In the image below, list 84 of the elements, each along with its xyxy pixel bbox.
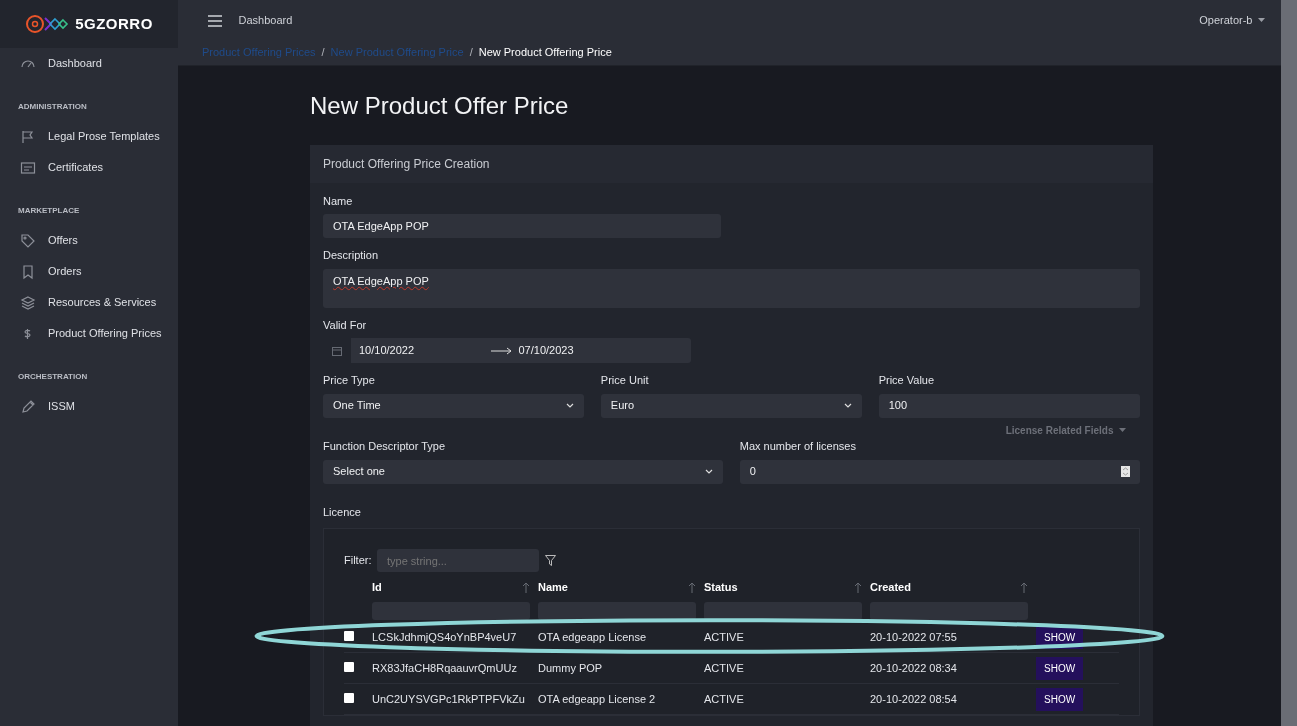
show-button[interactable]: SHOW xyxy=(1036,687,1084,711)
sidebar-item[interactable]: Resources & Services xyxy=(0,287,178,318)
field-label: Price Unit xyxy=(600,373,650,388)
table-cell-text: RX83JfaCH8RqaauvrQmUUz xyxy=(372,660,518,676)
calendar-icon xyxy=(332,345,342,356)
sort-arrow-icon[interactable] xyxy=(522,581,530,593)
field-label: Licence xyxy=(323,504,362,520)
sidebar-item[interactable]: Offers xyxy=(0,225,178,256)
price-type-select[interactable]: One Time xyxy=(323,393,585,418)
field-label: Valid For xyxy=(323,317,368,333)
field-label: Function Descriptor Type xyxy=(323,439,447,454)
row-checkbox[interactable] xyxy=(344,692,354,703)
breadcrumb-current: New Product Offering Price xyxy=(478,45,612,61)
chevron-down-icon xyxy=(705,469,714,474)
table-cell-text: 20-10-2022 07:55 xyxy=(870,629,958,645)
table-cell-text: LCSkJdhmjQS4oYnBP4veU7 xyxy=(372,629,518,645)
table-cell-text: 20-10-2022 08:54 xyxy=(870,691,958,707)
filter-label: Filter: xyxy=(344,553,372,569)
spinner-icon xyxy=(1121,466,1130,477)
table-cell-text: OTA edgeapp License xyxy=(538,629,648,645)
table-cell-text: UnC2UYSVGPc1RkPTPFVkZu xyxy=(372,691,526,707)
page-title: New Product Offer Price xyxy=(310,91,570,121)
dashboard-link[interactable]: Dashboard xyxy=(238,11,293,29)
section-heading: ADMINISTRATION xyxy=(17,101,88,113)
pencil-icon xyxy=(20,398,36,415)
arrow-right-icon xyxy=(491,346,513,355)
chevron-down-icon xyxy=(844,403,853,408)
sort-arrow-icon[interactable] xyxy=(688,581,696,593)
filter-input[interactable]: type string... xyxy=(377,549,539,572)
card-header: Product Offering Price Creation xyxy=(310,144,1153,183)
column-header[interactable]: Id xyxy=(372,578,382,596)
table-cell-text: 20-10-2022 08:34 xyxy=(870,660,958,676)
sort-arrow-icon[interactable] xyxy=(854,581,862,593)
bookmark-icon xyxy=(20,263,36,280)
field-label: Price Type xyxy=(323,373,376,388)
max-licenses-input[interactable]: 0 xyxy=(739,459,1140,484)
layers-icon xyxy=(20,294,36,311)
column-header[interactable]: Name xyxy=(538,578,568,596)
function-type-select[interactable]: Select one xyxy=(323,459,724,484)
section-heading: ORCHESTRATION xyxy=(17,371,89,383)
date-range-input[interactable]: 10/10/2022 07/10/2023 xyxy=(323,338,691,363)
price-unit-select[interactable]: Euro xyxy=(600,393,863,418)
tag-icon xyxy=(20,232,36,249)
flag-icon xyxy=(20,128,36,145)
price-value-input[interactable]: 100 xyxy=(878,393,1140,418)
sidebar-item[interactable]: Certificates xyxy=(0,152,178,183)
section-heading: MARKETPLACE xyxy=(17,205,81,217)
caret-icon xyxy=(1258,18,1265,23)
column-header[interactable]: Created xyxy=(870,578,911,596)
row-checkbox[interactable] xyxy=(344,661,354,672)
column-filter-input[interactable] xyxy=(372,602,530,620)
field-label: Max number of licenses xyxy=(739,439,857,454)
field-label: Name xyxy=(323,193,354,209)
column-filter-input[interactable] xyxy=(870,602,1028,620)
sidebar-item[interactable]: Legal Prose Templates xyxy=(0,121,178,152)
row-checkbox[interactable] xyxy=(344,630,354,641)
name-input[interactable]: OTA EdgeApp POP xyxy=(323,214,721,238)
column-filter-input[interactable] xyxy=(704,602,862,620)
table-cell-text: ACTIVE xyxy=(704,629,745,645)
card-icon xyxy=(20,159,36,176)
filter-icon xyxy=(544,555,556,566)
brand-name: 5GZORRO xyxy=(75,13,153,34)
table-cell-text: ACTIVE xyxy=(704,660,745,676)
scrollbar[interactable] xyxy=(1281,0,1297,726)
sidebar-item[interactable]: Dashboard xyxy=(0,48,178,79)
logo-icon xyxy=(25,12,70,36)
table-cell-text: OTA edgeapp License 2 xyxy=(538,691,657,707)
column-filter-input[interactable] xyxy=(538,602,696,620)
sidebar-item[interactable]: ISSM xyxy=(0,391,178,422)
show-button[interactable]: SHOW xyxy=(1036,656,1084,680)
breadcrumb-separator: / xyxy=(469,45,473,61)
column-header[interactable]: Status xyxy=(704,578,738,596)
field-label: Description xyxy=(323,248,380,263)
field-label: Price Value xyxy=(878,373,936,388)
breadcrumb-separator: / xyxy=(321,45,325,61)
table-cell-text: Dummy POP xyxy=(538,660,604,676)
sort-arrow-icon[interactable] xyxy=(1020,581,1028,593)
sidebar-item[interactable]: Orders xyxy=(0,256,178,287)
menu-icon xyxy=(208,15,222,27)
chevron-down-icon xyxy=(566,403,575,408)
sidebar-item[interactable]: Product Offering Prices xyxy=(0,318,178,349)
description-textarea[interactable]: OTA EdgeApp POP xyxy=(323,268,1140,308)
table-cell-text: ACTIVE xyxy=(704,691,745,707)
user-menu[interactable]: Operator-b xyxy=(1199,11,1265,29)
